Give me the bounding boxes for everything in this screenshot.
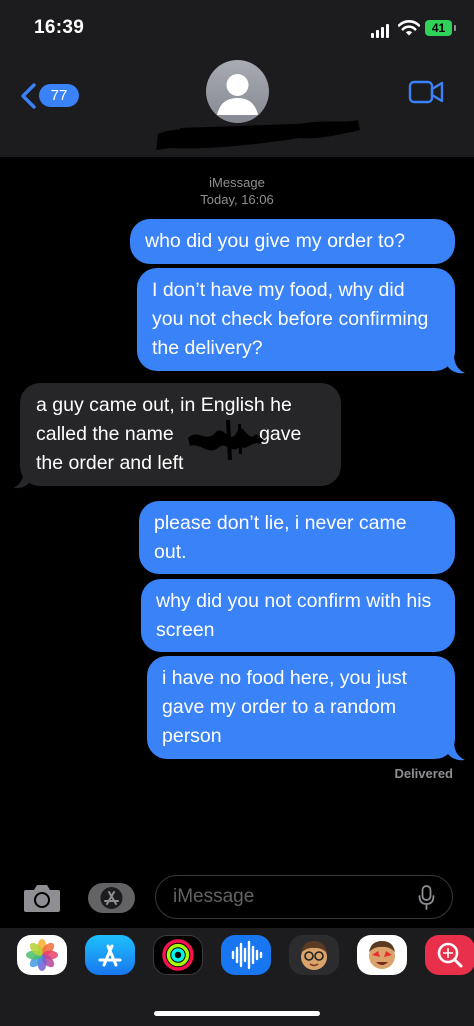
home-indicator[interactable] <box>154 1011 320 1016</box>
conversation-header: 16:39 41 77 <box>0 0 474 157</box>
timestamp-label: Today, 16:06 <box>200 192 274 207</box>
outgoing-message[interactable]: who did you give my order to? <box>130 219 455 264</box>
delivery-status: Delivered <box>394 766 453 781</box>
app-store-icon[interactable] <box>85 935 135 975</box>
message-input-placeholder: iMessage <box>173 886 255 907</box>
activity-icon[interactable] <box>153 935 203 975</box>
outgoing-message[interactable]: I don’t have my food, why did you not ch… <box>137 268 455 371</box>
battery-indicator: 41 <box>425 20 452 36</box>
video-call-icon[interactable] <box>408 79 444 105</box>
bubble-tail <box>13 469 30 489</box>
status-bar: 16:39 41 <box>0 0 474 54</box>
app-store-icon <box>100 887 123 909</box>
microphone-icon[interactable] <box>418 885 435 910</box>
thread-timestamp: iMessage Today, 16:06 <box>0 174 474 208</box>
redacted-contact-name <box>156 120 360 150</box>
battery-tip <box>454 25 456 31</box>
incoming-message[interactable]: a guy came out, in English he called the… <box>20 383 341 486</box>
camera-icon[interactable] <box>22 882 62 914</box>
redacted-name-scribble <box>188 420 264 460</box>
bubble-tail <box>448 354 465 374</box>
cellular-signal-icon <box>371 22 393 38</box>
memoji-stickers-icon[interactable] <box>357 935 407 975</box>
app-store-button[interactable] <box>88 883 135 913</box>
bubble-tail <box>448 741 465 761</box>
memoji-icon[interactable] <box>289 935 339 975</box>
web-search-icon[interactable] <box>425 935 474 975</box>
unread-count-badge: 77 <box>39 84 79 107</box>
chevron-left-icon <box>21 83 36 109</box>
outgoing-message[interactable]: why did you not confirm with his screen <box>141 579 455 652</box>
service-label: iMessage <box>209 175 265 190</box>
message-input[interactable]: iMessage <box>155 875 453 919</box>
outgoing-message[interactable]: i have no food here, you just gave my or… <box>147 656 455 759</box>
back-button[interactable]: 77 <box>18 81 79 111</box>
audio-message-icon[interactable] <box>221 935 271 975</box>
wifi-icon <box>398 20 420 36</box>
photos-icon[interactable] <box>17 935 67 975</box>
outgoing-message[interactable]: please don’t lie, i never came out. <box>139 501 455 574</box>
status-time: 16:39 <box>34 17 85 38</box>
